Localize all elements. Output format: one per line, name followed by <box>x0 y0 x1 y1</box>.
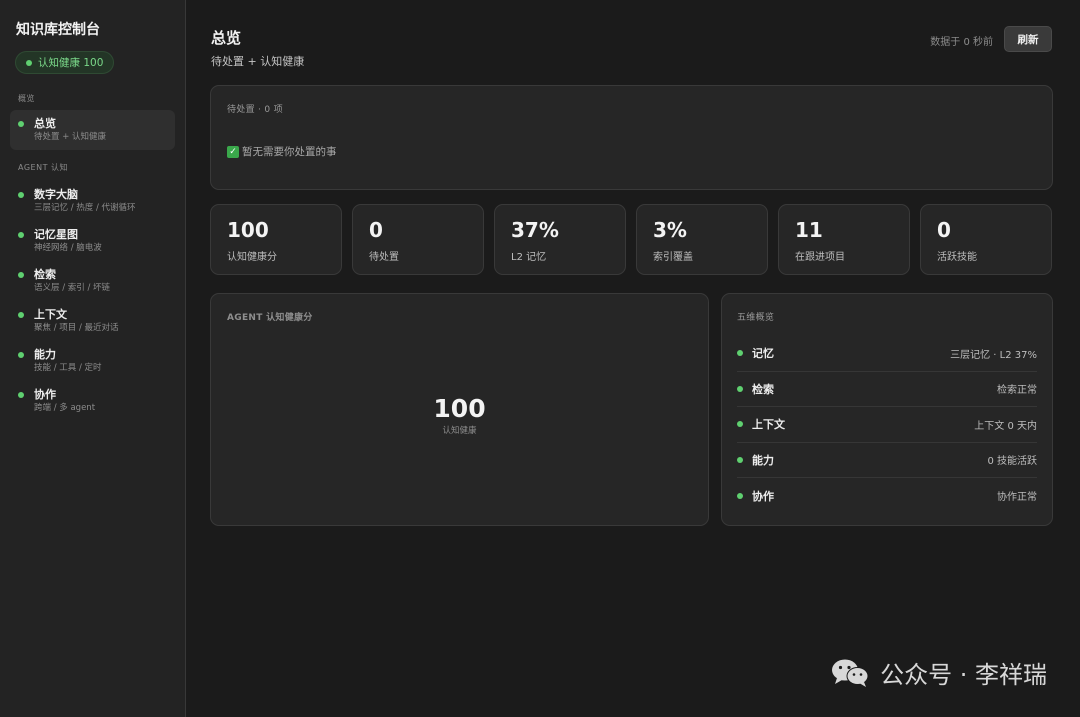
nav-agent: 数字大脑 三层记忆 / 热度 / 代谢循环 记忆星图 神经网络 / 脑电波 检索… <box>10 181 175 421</box>
health-badge-label: 认知健康 100 <box>38 57 104 69</box>
nav-overview: 总览 待处置 + 认知健康 <box>10 110 175 150</box>
dimension-value: 检索正常 <box>997 385 1037 397</box>
sidebar-item-digital-brain[interactable]: 数字大脑 三层记忆 / 热度 / 代谢循环 <box>10 181 175 221</box>
status-dot-icon <box>18 272 24 278</box>
section-label-agent: AGENT 认知 <box>18 163 68 172</box>
last-updated-text: 数据于 0 秒前 <box>930 37 993 48</box>
status-dot-icon <box>18 352 24 358</box>
sidebar-item-desc: 神经网络 / 脑电波 <box>34 243 102 253</box>
stat-label: 待处置 <box>369 252 399 263</box>
dimensions-card: 五维概览 记忆 三层记忆 · L2 37% 检索 检索正常 上下文 上下文 0 … <box>721 293 1053 526</box>
status-dot-icon <box>737 456 743 463</box>
page-subtitle: 待处置 + 认知健康 <box>211 55 305 68</box>
section-label-overview: 概览 <box>18 94 35 103</box>
status-dot-icon <box>18 232 24 238</box>
stat-label: 认知健康分 <box>227 252 277 263</box>
page-title: 总览 <box>211 29 242 47</box>
stat-card-skills: 0 活跃技能 <box>920 204 1052 275</box>
stat-value: 37% <box>511 218 559 242</box>
check-icon: ✓ <box>227 145 239 158</box>
sidebar-item-desc: 技能 / 工具 / 定时 <box>34 363 102 373</box>
stat-value: 0 <box>937 218 951 242</box>
sidebar-item-desc: 待处置 + 认知健康 <box>34 132 107 142</box>
sidebar-item-label: 上下文 <box>34 308 67 321</box>
status-dot-icon <box>18 312 24 318</box>
pending-card: 待处置 · 0 项 ✓ 暂无需要你处置的事 <box>210 85 1053 190</box>
stat-card-l2-memory: 37% L2 记忆 <box>494 204 626 275</box>
dimension-value: 协作正常 <box>997 492 1037 504</box>
health-score-value: 100 <box>433 394 486 423</box>
stat-card-index-coverage: 3% 索引覆盖 <box>636 204 768 275</box>
sidebar-item-desc: 语义层 / 索引 / 坏链 <box>34 283 111 293</box>
wechat-icon <box>832 659 869 687</box>
dimension-row-collaboration: 协作 协作正常 <box>737 478 1037 514</box>
dimension-name: 检索 <box>752 382 774 396</box>
app-title: 知识库控制台 <box>16 22 100 38</box>
health-card-title: AGENT 认知健康分 <box>227 313 313 323</box>
status-dot-icon <box>18 121 24 127</box>
sidebar-item-label: 协作 <box>34 388 56 401</box>
health-score-caption: 认知健康 <box>442 426 477 436</box>
stat-value: 0 <box>369 218 383 242</box>
dimension-value: 0 技能活跃 <box>987 456 1037 468</box>
status-dot-icon <box>737 492 743 499</box>
sidebar-item-label: 总览 <box>34 117 56 130</box>
pending-empty-text: 暂无需要你处置的事 <box>242 146 337 158</box>
status-dot-icon <box>18 192 24 198</box>
dimension-list: 记忆 三层记忆 · L2 37% 检索 检索正常 上下文 上下文 0 天内 能力… <box>737 336 1037 514</box>
watermark: 公众号 · 李祥瑞 <box>830 655 1047 690</box>
sidebar-item-label: 记忆星图 <box>34 228 78 241</box>
sidebar-item-label: 数字大脑 <box>34 188 78 201</box>
dimension-name: 协作 <box>752 489 774 503</box>
health-badge: 认知健康 100 <box>15 51 115 74</box>
status-dot-icon <box>26 59 32 66</box>
stat-value: 11 <box>795 218 823 242</box>
status-dot-icon <box>737 385 743 392</box>
watermark-text: 公众号 · 李祥瑞 <box>880 661 1047 689</box>
sidebar-item-memory-map[interactable]: 记忆星图 神经网络 / 脑电波 <box>10 221 175 261</box>
dimension-row-retrieval: 检索 检索正常 <box>737 372 1037 407</box>
sidebar-item-label: 检索 <box>34 268 56 281</box>
sidebar-item-desc: 跨端 / 多 agent <box>34 403 96 413</box>
dimension-row-memory: 记忆 三层记忆 · L2 37% <box>737 336 1037 372</box>
sidebar-item-label: 能力 <box>34 348 56 361</box>
stat-label: 索引覆盖 <box>653 252 693 263</box>
sidebar-item-desc: 三层记忆 / 热度 / 代谢循环 <box>34 203 136 213</box>
main-content: 总览 待处置 + 认知健康 数据于 0 秒前 刷新 待处置 · 0 项 ✓ 暂无… <box>186 0 1080 717</box>
stats-row: 100 认知健康分 0 待处置 37% L2 记忆 3% 索引覆盖 11 在跟进… <box>210 204 1053 276</box>
stat-value: 3% <box>653 218 687 242</box>
stat-card-health: 100 认知健康分 <box>210 204 342 275</box>
sidebar-item-context[interactable]: 上下文 聚焦 / 项目 / 最近对话 <box>10 301 175 341</box>
stat-label: 活跃技能 <box>937 252 977 263</box>
sidebar-item-collaboration[interactable]: 协作 跨端 / 多 agent <box>10 381 175 421</box>
pending-empty-state: ✓ 暂无需要你处置的事 <box>227 144 337 159</box>
stat-value: 100 <box>227 218 269 242</box>
status-dot-icon <box>737 421 743 428</box>
health-score-card: AGENT 认知健康分 100 认知健康 <box>210 293 709 526</box>
dimension-row-context: 上下文 上下文 0 天内 <box>737 407 1037 443</box>
sidebar-item-overview[interactable]: 总览 待处置 + 认知健康 <box>10 110 175 150</box>
dimension-value: 三层记忆 · L2 37% <box>950 349 1037 361</box>
stat-label: 在跟进项目 <box>795 252 845 263</box>
refresh-button[interactable]: 刷新 <box>1004 26 1052 52</box>
stat-card-projects: 11 在跟进项目 <box>778 204 910 275</box>
pending-card-title: 待处置 · 0 项 <box>227 105 283 115</box>
stat-card-pending: 0 待处置 <box>352 204 484 275</box>
app: 知识库控制台 认知健康 100 概览 总览 待处置 + 认知健康 AGENT 认… <box>0 0 1080 717</box>
dimension-name: 上下文 <box>752 418 785 432</box>
status-dot-icon <box>737 350 743 357</box>
dimension-row-capability: 能力 0 技能活跃 <box>737 443 1037 478</box>
status-dot-icon <box>18 392 24 398</box>
stat-label: L2 记忆 <box>511 252 547 263</box>
sidebar: 知识库控制台 认知健康 100 概览 总览 待处置 + 认知健康 AGENT 认… <box>0 0 186 717</box>
sidebar-item-capability[interactable]: 能力 技能 / 工具 / 定时 <box>10 341 175 381</box>
dimension-name: 记忆 <box>752 347 774 361</box>
dimensions-card-title: 五维概览 <box>737 313 775 323</box>
sidebar-item-desc: 聚焦 / 项目 / 最近对话 <box>34 323 119 333</box>
sidebar-item-retrieval[interactable]: 检索 语义层 / 索引 / 坏链 <box>10 261 175 301</box>
dimension-value: 上下文 0 天内 <box>974 420 1037 432</box>
dimension-name: 能力 <box>752 453 774 467</box>
